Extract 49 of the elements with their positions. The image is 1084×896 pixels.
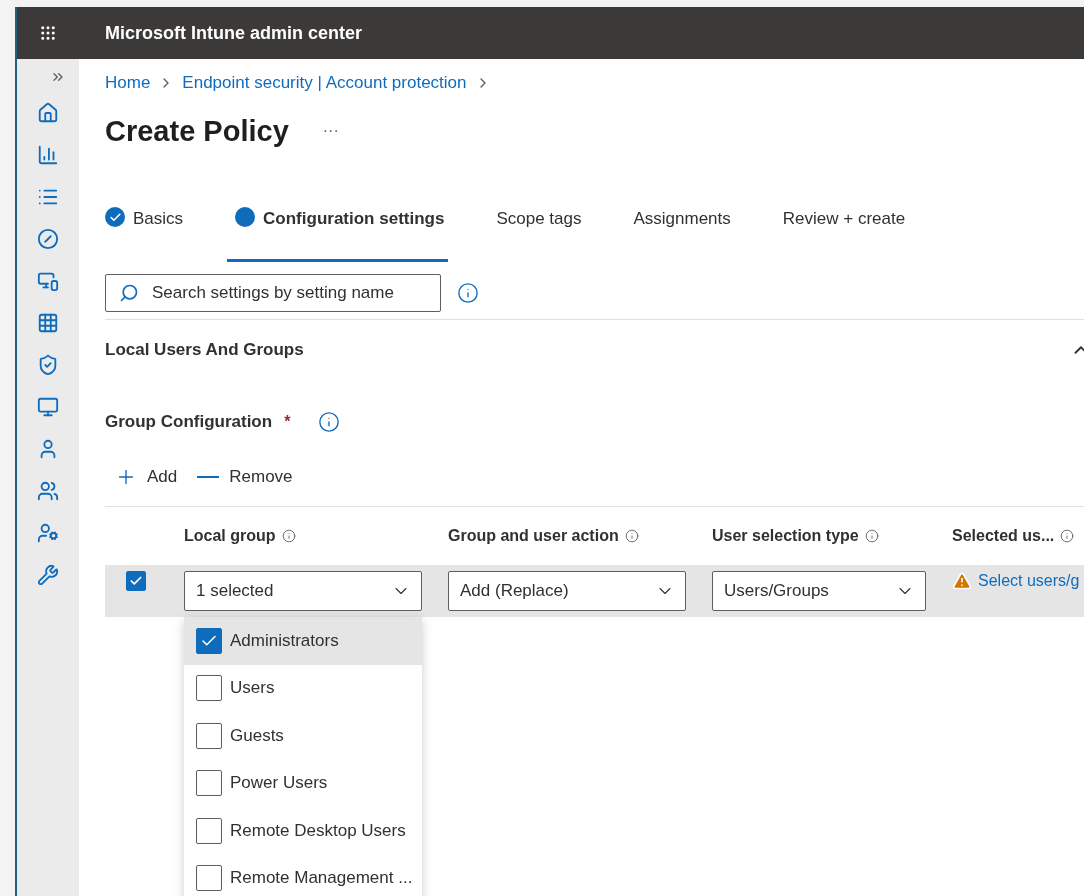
wizard-tab[interactable]: Scope tags <box>496 207 586 262</box>
wizard-tab[interactable]: Assignments <box>633 207 735 262</box>
info-icon <box>1060 529 1075 543</box>
option-checkbox[interactable] <box>196 865 222 892</box>
info-icon <box>457 282 479 304</box>
option-checkbox[interactable] <box>196 675 222 702</box>
search-field[interactable]: Search settings by setting name <box>105 274 441 312</box>
app-title: Microsoft Intune admin center <box>105 22 363 44</box>
section-title: Local Users And Groups <box>105 340 304 360</box>
dropdown-option[interactable]: Users <box>184 664 422 712</box>
info-icon <box>624 529 639 543</box>
check-circle-icon <box>105 207 125 227</box>
action-dropdown[interactable]: Add (Replace) <box>448 571 686 611</box>
row-checkbox[interactable] <box>126 571 146 591</box>
column-header: Local group <box>184 527 276 545</box>
field-label: Group Configuration <box>105 412 273 432</box>
wizard-tab[interactable]: Review + create <box>782 207 910 262</box>
remove-button[interactable]: Remove <box>197 467 293 487</box>
search-icon <box>119 283 139 303</box>
column-header: Group and user action <box>448 527 619 545</box>
dropdown-option[interactable]: Remote Desktop Users <box>184 807 422 855</box>
checkmark-icon <box>129 574 143 588</box>
dropdown-option[interactable]: Remote Management ... <box>184 854 422 896</box>
wizard-tab[interactable]: Configuration settings <box>227 207 449 262</box>
page-title: Create Policy <box>105 114 289 148</box>
wizard-tab[interactable]: Basics <box>105 207 188 262</box>
selection-type-dropdown[interactable]: Users/Groups <box>712 571 926 611</box>
more-button[interactable]: ··· <box>322 122 339 140</box>
info-icon <box>864 529 879 543</box>
option-checkbox[interactable] <box>196 770 222 797</box>
filled-circle-icon <box>235 207 256 227</box>
info-icon <box>281 529 296 543</box>
column-header: Selected us... <box>952 527 1055 545</box>
select-users-link[interactable]: Select users/g <box>978 572 1080 590</box>
breadcrumb-link[interactable]: Home <box>105 73 151 93</box>
option-checkbox[interactable] <box>196 627 222 654</box>
dropdown-option[interactable]: Power Users <box>184 759 422 807</box>
dropdown-option[interactable]: Guests <box>184 712 422 760</box>
required-mark: * <box>284 413 291 431</box>
breadcrumb-link[interactable]: Endpoint security | Account protection <box>182 73 467 93</box>
warning-icon <box>952 571 972 591</box>
option-checkbox[interactable] <box>196 722 222 749</box>
option-checkbox[interactable] <box>196 817 222 844</box>
local-group-dropdown[interactable]: 1 selected <box>184 571 422 611</box>
minus-icon <box>197 476 220 478</box>
dropdown-option[interactable]: Administrators <box>184 617 422 665</box>
info-icon <box>318 411 341 433</box>
column-header: User selection type <box>712 527 859 545</box>
add-button[interactable]: Add <box>115 466 178 488</box>
